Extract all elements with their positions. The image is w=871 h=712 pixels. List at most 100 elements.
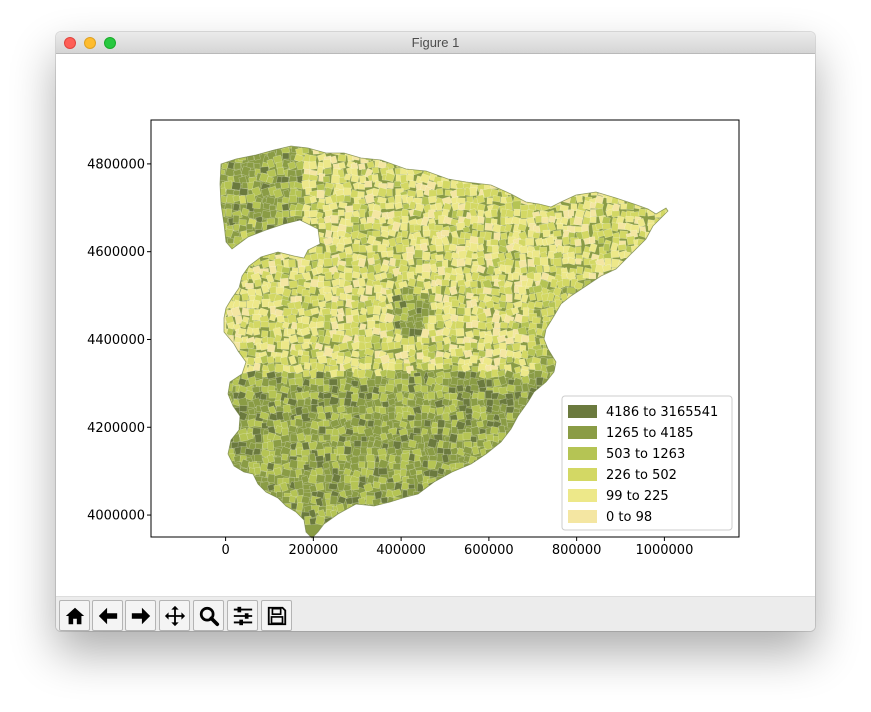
- municipality: [287, 519, 296, 528]
- x-tick-label: 200000: [289, 543, 339, 558]
- municipality: [330, 215, 339, 224]
- municipality: [413, 505, 424, 514]
- municipality: [482, 504, 492, 514]
- municipality: [590, 180, 600, 191]
- zoom-button[interactable]: [193, 600, 224, 631]
- municipality: [444, 146, 454, 148]
- municipality: [659, 175, 668, 186]
- municipality: [372, 148, 382, 156]
- forward-button[interactable]: [125, 600, 156, 631]
- municipality: [364, 180, 373, 188]
- municipality: [626, 265, 633, 272]
- municipality: [599, 154, 607, 162]
- municipality: [378, 216, 387, 225]
- municipality: [623, 309, 632, 319]
- municipality: [513, 427, 523, 437]
- municipality: [666, 196, 668, 206]
- municipality: [338, 391, 347, 399]
- municipality: [661, 329, 668, 338]
- municipality: [213, 352, 219, 359]
- municipality: [598, 385, 607, 396]
- municipality: [419, 512, 430, 521]
- municipality: [591, 160, 599, 170]
- municipality: [574, 160, 583, 170]
- municipality: [491, 455, 502, 466]
- municipality: [336, 355, 345, 365]
- municipality: [400, 222, 408, 231]
- municipality: [646, 238, 656, 248]
- municipality: [252, 503, 261, 512]
- municipality: [617, 335, 629, 345]
- municipality: [639, 168, 650, 177]
- municipality: [632, 307, 641, 314]
- municipality: [357, 369, 367, 379]
- municipality: [456, 502, 467, 511]
- municipality: [658, 181, 668, 189]
- municipality: [436, 148, 446, 157]
- municipality: [454, 347, 464, 358]
- y-tick-label: 4600000: [87, 245, 145, 260]
- municipality: [318, 426, 326, 434]
- municipality: [428, 511, 437, 519]
- municipality: [619, 378, 629, 387]
- municipality: [220, 399, 229, 409]
- municipality: [574, 356, 584, 367]
- municipality: [316, 183, 326, 192]
- municipality: [541, 480, 552, 491]
- municipality: [366, 400, 374, 409]
- municipality: [504, 478, 513, 485]
- municipality: [407, 258, 415, 266]
- municipality: [456, 410, 465, 420]
- municipality: [605, 334, 614, 344]
- municipality: [281, 496, 291, 504]
- municipality: [546, 306, 555, 317]
- municipality: [220, 439, 223, 450]
- municipality: [232, 214, 240, 224]
- municipality: [646, 153, 655, 163]
- municipality: [428, 469, 439, 478]
- municipality: [280, 340, 290, 350]
- y-tick-label: 4000000: [87, 509, 145, 524]
- figure-canvas[interactable]: 0 200000 400000 600000 800000 1000000 4000000 4…: [56, 54, 815, 596]
- municipality: [518, 510, 526, 518]
- municipality: [513, 162, 522, 172]
- municipality: [560, 355, 570, 365]
- municipality: [248, 497, 256, 505]
- municipality: [464, 488, 473, 498]
- municipality: [452, 154, 460, 162]
- municipality: [581, 348, 593, 360]
- chart-svg[interactable]: 0 200000 400000 600000 800000 100000040000004…: [56, 54, 815, 596]
- municipality: [220, 236, 221, 247]
- municipality: [584, 370, 594, 382]
- municipality: [574, 182, 583, 191]
- municipality: [535, 195, 543, 205]
- municipality: [406, 174, 414, 182]
- municipality: [574, 385, 583, 394]
- municipality: [602, 370, 613, 380]
- municipality: [505, 337, 515, 345]
- municipality: [220, 320, 221, 329]
- municipality: [584, 355, 594, 364]
- municipality: [324, 320, 331, 330]
- home-button[interactable]: [59, 600, 90, 631]
- municipality: [372, 305, 382, 316]
- title-bar[interactable]: Figure 1: [56, 32, 815, 54]
- municipality: [665, 344, 668, 354]
- municipality: [619, 328, 629, 337]
- municipality: [420, 385, 428, 393]
- municipality: [220, 419, 227, 429]
- configure-subplots-button[interactable]: [227, 600, 258, 631]
- municipality: [220, 232, 226, 241]
- municipality: [220, 515, 221, 525]
- municipality: [630, 147, 638, 155]
- municipality: [659, 348, 668, 359]
- municipality: [568, 306, 578, 316]
- municipality: [212, 197, 219, 206]
- save-button[interactable]: [261, 600, 292, 631]
- municipality: [220, 313, 221, 324]
- pan-button[interactable]: [159, 600, 190, 631]
- municipality: [384, 383, 395, 393]
- municipality: [388, 156, 396, 163]
- back-button[interactable]: [92, 600, 123, 631]
- municipality: [533, 446, 542, 456]
